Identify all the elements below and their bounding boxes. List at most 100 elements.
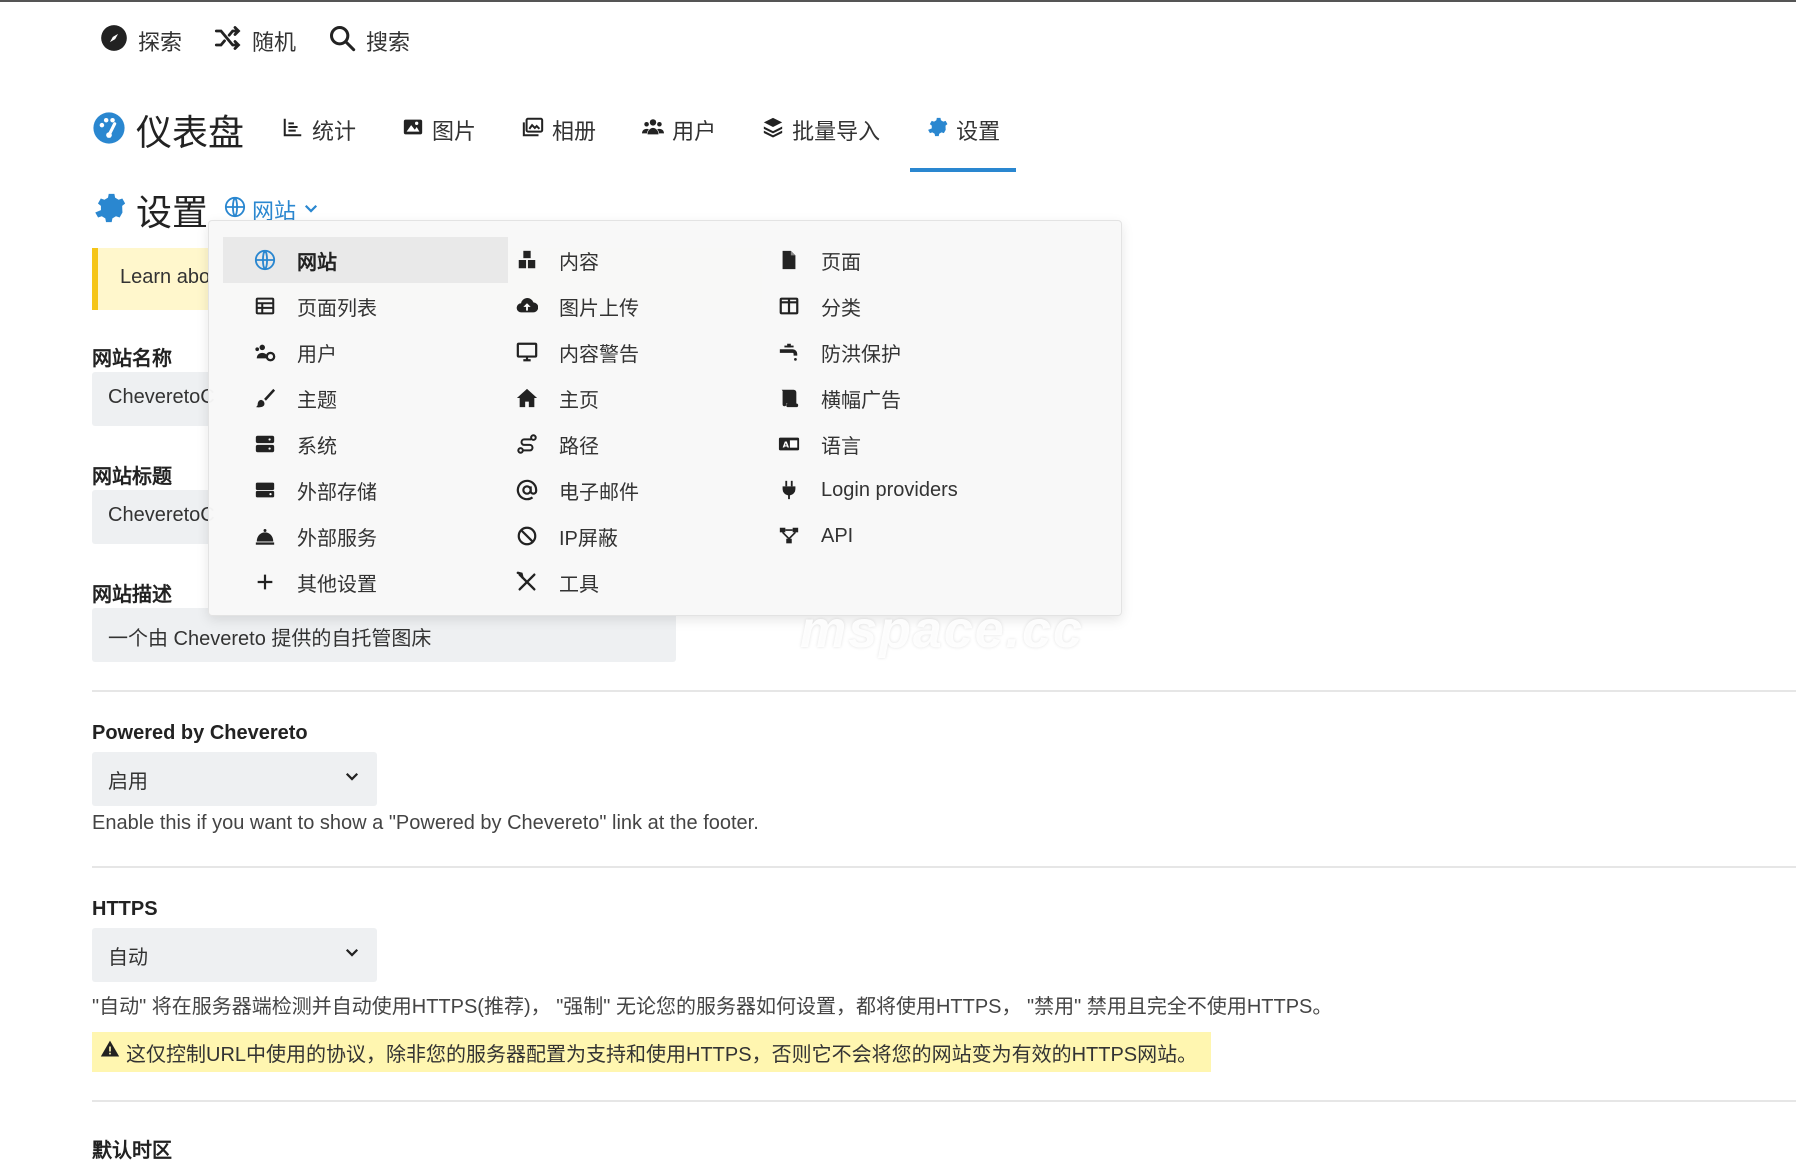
cloud-upload-icon <box>515 294 539 318</box>
hdd-icon <box>253 478 277 502</box>
site-name-label: 网站名称 <box>92 348 172 370</box>
nav-explore[interactable]: 探索 <box>100 24 182 58</box>
table-icon <box>253 294 277 318</box>
menu-item-label: 页面 <box>821 251 861 274</box>
columns-icon <box>777 294 801 318</box>
menu-item-ip-ban[interactable]: IP屏蔽 <box>485 513 770 559</box>
users-cog-icon <box>253 340 277 364</box>
divider <box>92 866 1796 868</box>
tab-settings[interactable]: 设置 <box>910 100 1017 172</box>
menu-item-theme[interactable]: 主题 <box>223 375 508 421</box>
divider <box>92 1100 1796 1102</box>
menu-item-label: 横幅广告 <box>821 389 901 412</box>
menu-item-label: 主页 <box>559 389 599 412</box>
page-title: 设置 <box>136 192 209 233</box>
menu-item-homepage[interactable]: 主页 <box>485 375 770 421</box>
bell-icon <box>253 524 277 548</box>
menu-column-3: 页面 分类 防洪保护 横幅广告 A 语言 Login providers API <box>747 237 1032 559</box>
search-icon <box>328 24 356 58</box>
gear-icon <box>92 191 126 230</box>
menu-item-external-storage[interactable]: 外部存储 <box>223 467 508 513</box>
menu-item-flood-protection[interactable]: 防洪保护 <box>747 329 1032 375</box>
dashboard-title: 仪表盘 <box>136 112 245 153</box>
menu-item-system[interactable]: 系统 <box>223 421 508 467</box>
plus-icon <box>253 570 277 594</box>
tab-bulk-import[interactable]: 批量导入 <box>754 100 888 160</box>
tab-stats[interactable]: 统计 <box>274 100 364 160</box>
menu-item-label: 主题 <box>297 389 337 412</box>
file-icon <box>777 248 801 272</box>
dashboard-bar: 仪表盘 统计 图片 相册 用户 批量导入 设置 <box>92 100 1017 172</box>
settings-section-menu: 网站 页面列表 用户 主题 系统 外部存储 外部服务 其他设置 内容 图片上传 … <box>208 220 1122 616</box>
tab-images[interactable]: 图片 <box>394 100 484 160</box>
divider <box>92 690 1796 692</box>
powered-by-select[interactable]: 启用 <box>92 752 377 806</box>
faucet-icon <box>777 340 801 364</box>
top-nav: 探索 随机 搜索 <box>100 24 410 58</box>
menu-column-1: 网站 页面列表 用户 主题 系统 外部存储 外部服务 其他设置 <box>223 237 508 605</box>
watermark: mspace.cc <box>800 601 1084 659</box>
menu-item-page-list[interactable]: 页面列表 <box>223 283 508 329</box>
menu-item-email[interactable]: 电子邮件 <box>485 467 770 513</box>
nav-search[interactable]: 搜索 <box>328 24 410 58</box>
timezone-label: 默认时区 <box>92 1140 172 1162</box>
powered-by-value: 启用 <box>108 770 148 793</box>
menu-item-users[interactable]: 用户 <box>223 329 508 375</box>
menu-item-label: 外部存储 <box>297 481 377 504</box>
menu-item-image-upload[interactable]: 图片上传 <box>485 283 770 329</box>
menu-item-label: 网站 <box>297 251 337 274</box>
menu-item-content[interactable]: 内容 <box>485 237 770 283</box>
site-description-input[interactable]: 一个由 Chevereto 提供的自托管图床 <box>92 608 676 662</box>
https-label: HTTPS <box>92 898 158 920</box>
warning-icon <box>100 1039 120 1065</box>
powered-by-label: Powered by Chevereto <box>92 722 308 744</box>
menu-item-routes[interactable]: 路径 <box>485 421 770 467</box>
ban-icon <box>515 524 539 548</box>
scroll-icon <box>777 386 801 410</box>
menu-item-label: 内容警告 <box>559 343 639 366</box>
menu-item-label: 防洪保护 <box>821 343 901 366</box>
brush-icon <box>253 386 277 410</box>
chevron-down-icon <box>343 943 361 967</box>
menu-item-pages[interactable]: 页面 <box>747 237 1032 283</box>
users-icon <box>642 116 665 144</box>
menu-item-website[interactable]: 网站 <box>223 237 508 283</box>
https-select[interactable]: 自动 <box>92 928 377 982</box>
svg-text:A: A <box>783 440 790 450</box>
menu-item-languages[interactable]: A 语言 <box>747 421 1032 467</box>
menu-item-categories[interactable]: 分类 <box>747 283 1032 329</box>
menu-item-other-settings[interactable]: 其他设置 <box>223 559 508 605</box>
language-icon: A <box>777 432 801 456</box>
palette-icon <box>92 111 126 150</box>
tab-users-label: 用户 <box>672 119 717 144</box>
compass-icon <box>100 24 128 58</box>
monitor-icon <box>515 340 539 364</box>
menu-item-label: IP屏蔽 <box>559 527 618 550</box>
globe-icon <box>253 248 277 272</box>
tab-users[interactable]: 用户 <box>634 100 724 160</box>
chevron-down-icon <box>343 767 361 791</box>
nav-random[interactable]: 随机 <box>214 24 296 58</box>
menu-item-label: 分类 <box>821 297 861 320</box>
menu-item-label: 语言 <box>821 435 861 458</box>
menu-item-label: 图片上传 <box>559 297 639 320</box>
menu-item-external-services[interactable]: 外部服务 <box>223 513 508 559</box>
top-border <box>0 0 1796 2</box>
menu-item-login-providers[interactable]: Login providers <box>747 467 1032 513</box>
menu-item-banners[interactable]: 横幅广告 <box>747 375 1032 421</box>
menu-item-tools[interactable]: 工具 <box>485 559 770 605</box>
dashboard-brand[interactable]: 仪表盘 <box>92 104 244 156</box>
menu-item-label: 工具 <box>559 573 599 596</box>
tab-albums-label: 相册 <box>552 119 597 144</box>
menu-item-api[interactable]: API <box>747 513 1032 559</box>
tab-bulk-import-label: 批量导入 <box>792 119 881 144</box>
nav-explore-label: 探索 <box>138 30 183 55</box>
menu-item-label: 内容 <box>559 251 599 274</box>
tab-albums[interactable]: 相册 <box>514 100 604 160</box>
nav-search-label: 搜索 <box>366 30 411 55</box>
layers-icon <box>762 116 784 144</box>
at-icon <box>515 478 539 502</box>
menu-item-content-warning[interactable]: 内容警告 <box>485 329 770 375</box>
menu-item-label: Login providers <box>821 478 958 501</box>
https-warning: 这仅控制URL中使用的协议，除非您的服务器配置为支持和使用HTTPS，否则它不会… <box>92 1032 1212 1072</box>
